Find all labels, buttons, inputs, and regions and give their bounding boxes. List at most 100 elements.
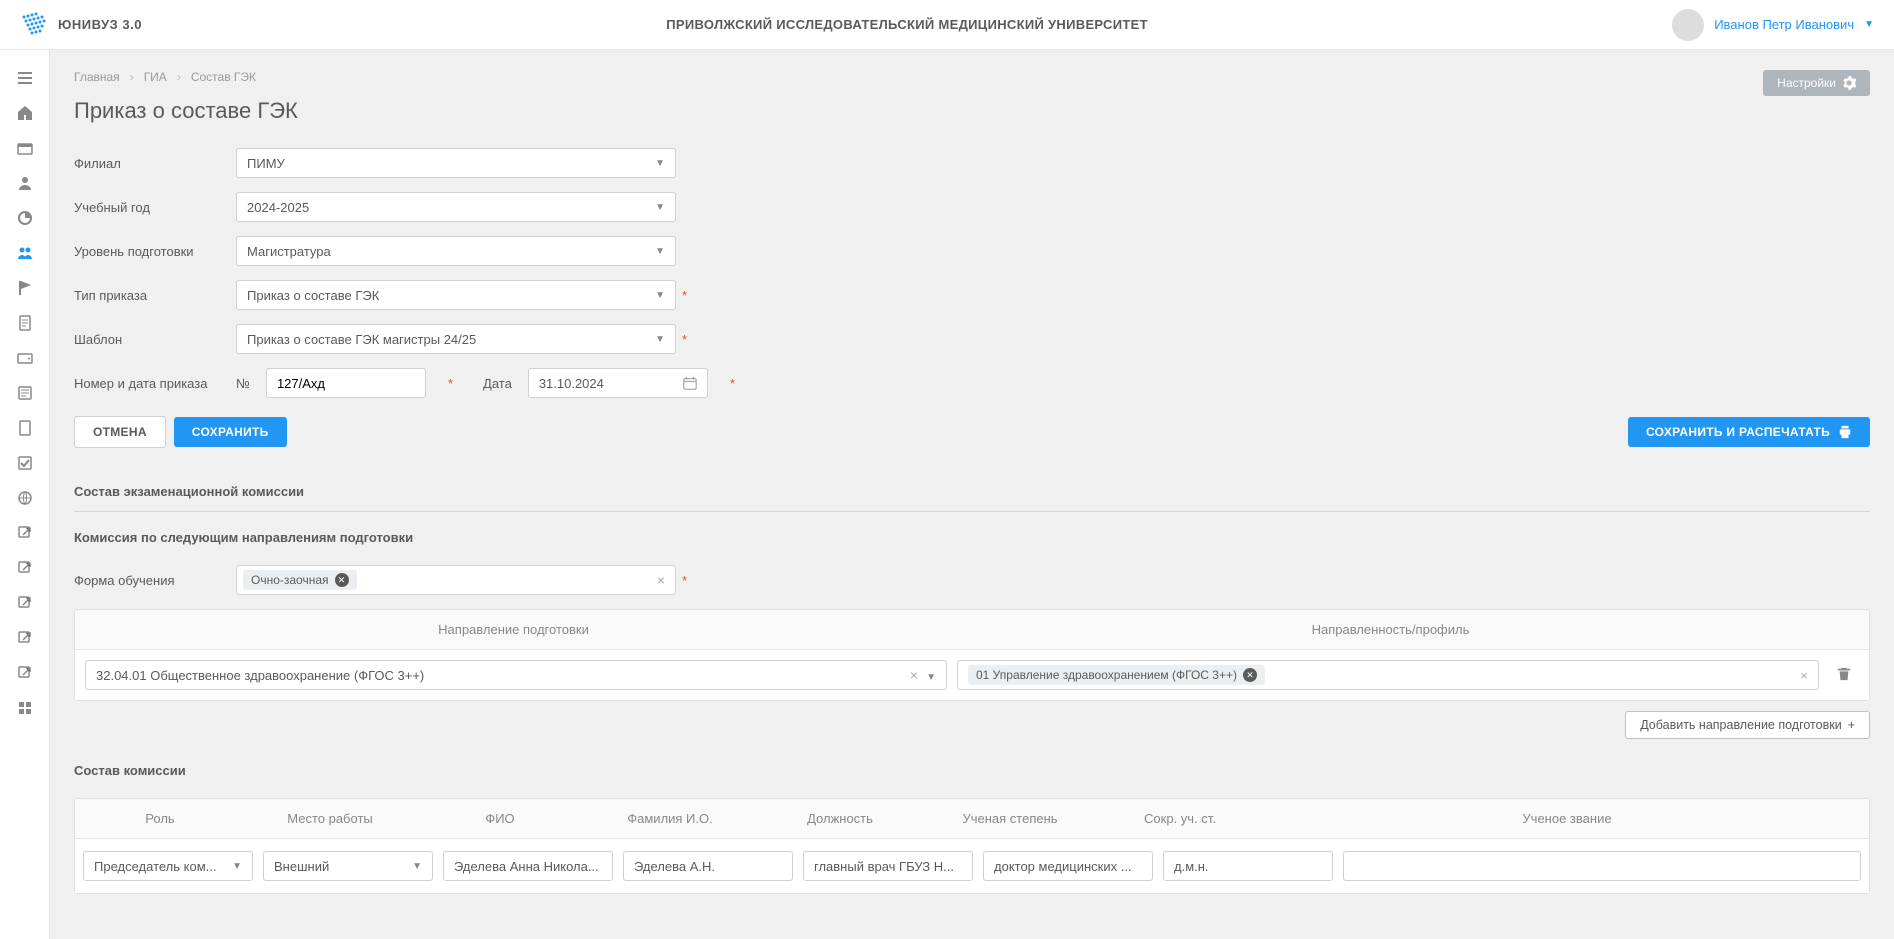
- numdate-label: Номер и дата приказа: [74, 376, 236, 391]
- save-button[interactable]: СОХРАНИТЬ: [174, 417, 287, 447]
- sidebar-wallet-icon[interactable]: [0, 340, 49, 375]
- rank-input[interactable]: [1343, 851, 1861, 881]
- app-name: ЮНИВУЗ 3.0: [58, 17, 142, 32]
- col-pos: Должность: [755, 799, 925, 838]
- required-marker: *: [682, 332, 687, 347]
- sidebar-menu-icon[interactable]: [0, 60, 49, 95]
- sidebar-card-icon[interactable]: [0, 130, 49, 165]
- page-title: Приказ о составе ГЭК: [74, 98, 298, 124]
- sidebar-doc-icon[interactable]: [0, 305, 49, 340]
- app-header: ЮНИВУЗ 3.0 ПРИВОЛЖСКИЙ ИССЛЕДОВАТЕЛЬСКИЙ…: [0, 0, 1894, 50]
- calendar-icon: [683, 376, 697, 390]
- role-select[interactable]: Председатель ком...▼: [83, 851, 253, 881]
- chevron-down-icon: ▼: [655, 334, 665, 345]
- level-select[interactable]: Магистратура▼: [236, 236, 676, 266]
- sidebar-link1-icon[interactable]: [0, 515, 49, 550]
- branch-label: Филиал: [74, 156, 236, 171]
- add-direction-button[interactable]: Добавить направление подготовки +: [1625, 711, 1870, 739]
- sidebar-chart-icon[interactable]: [0, 200, 49, 235]
- date-input[interactable]: 31.10.2024: [528, 368, 708, 398]
- type-select[interactable]: Приказ о составе ГЭК▼: [236, 280, 676, 310]
- breadcrumb-current: Состав ГЭК: [191, 70, 256, 84]
- logo-icon: [20, 11, 48, 39]
- col-fio: ФИО: [415, 799, 585, 838]
- delete-row-button[interactable]: [1829, 667, 1859, 684]
- sidebar-doc2-icon[interactable]: [0, 410, 49, 445]
- clear-icon[interactable]: ×: [657, 572, 665, 588]
- directions-table: Направление подготовки Направленность/пр…: [74, 609, 1870, 701]
- direction-select[interactable]: 32.04.01 Общественное здравоохранение (Ф…: [85, 660, 947, 690]
- sidebar-link5-icon[interactable]: [0, 655, 49, 690]
- tag-remove-icon[interactable]: ✕: [335, 573, 349, 587]
- trash-icon: [1837, 667, 1851, 681]
- date-label: Дата: [483, 376, 512, 391]
- sidebar-link2-icon[interactable]: [0, 550, 49, 585]
- settings-button[interactable]: Настройки: [1763, 70, 1870, 96]
- col-rank: Ученое звание: [1265, 799, 1869, 838]
- sidebar-link4-icon[interactable]: [0, 620, 49, 655]
- pos-input[interactable]: главный врач ГБУЗ Н...: [803, 851, 973, 881]
- chevron-down-icon: ▼: [655, 202, 665, 213]
- chevron-down-icon: ▼: [655, 158, 665, 169]
- sdeg-input[interactable]: д.м.н.: [1163, 851, 1333, 881]
- degree-input[interactable]: доктор медицинских ...: [983, 851, 1153, 881]
- level-label: Уровень подготовки: [74, 244, 236, 259]
- num-prefix: №: [236, 376, 250, 391]
- type-label: Тип приказа: [74, 288, 236, 303]
- committee-table: Роль Место работы ФИО Фамилия И.О. Должн…: [74, 798, 1870, 894]
- profile-tag: 01 Управление здравоохранением (ФГОС 3++…: [968, 665, 1265, 685]
- sidebar-check-icon[interactable]: [0, 445, 49, 480]
- sidebar-list-icon[interactable]: [0, 375, 49, 410]
- place-select[interactable]: Внешний▼: [263, 851, 433, 881]
- profile-select[interactable]: 01 Управление здравоохранением (ФГОС 3++…: [957, 660, 1819, 690]
- sidebar-link3-icon[interactable]: [0, 585, 49, 620]
- fio-input[interactable]: Эделева Анна Никола...: [443, 851, 613, 881]
- dir-col-profile: Направленность/профиль: [952, 610, 1829, 649]
- col-place: Место работы: [245, 799, 415, 838]
- template-label: Шаблон: [74, 332, 236, 347]
- user-menu[interactable]: Иванов Петр Иванович ▼: [1672, 9, 1874, 41]
- breadcrumb-gia[interactable]: ГИА: [144, 70, 167, 84]
- required-marker: *: [730, 376, 735, 391]
- required-marker: *: [682, 573, 687, 588]
- cancel-button[interactable]: ОТМЕНА: [74, 416, 166, 448]
- sidebar-flag-icon[interactable]: [0, 270, 49, 305]
- study-form-label: Форма обучения: [74, 573, 236, 588]
- logo: ЮНИВУЗ 3.0: [20, 11, 142, 39]
- tag-remove-icon[interactable]: ✕: [1243, 668, 1257, 682]
- chevron-down-icon: ▼: [926, 672, 936, 683]
- user-name: Иванов Петр Иванович: [1714, 17, 1854, 32]
- subsection-directions: Комиссия по следующим направлениям подго…: [74, 530, 1870, 545]
- year-select[interactable]: 2024-2025▼: [236, 192, 676, 222]
- plus-icon: +: [1848, 718, 1855, 732]
- col-degree: Ученая степень: [925, 799, 1095, 838]
- template-select[interactable]: Приказ о составе ГЭК магистры 24/25▼: [236, 324, 676, 354]
- sidebar-globe-icon[interactable]: [0, 480, 49, 515]
- sidebar-user-icon[interactable]: [0, 165, 49, 200]
- clear-icon[interactable]: ×: [1800, 668, 1808, 683]
- chevron-down-icon: ▼: [655, 290, 665, 301]
- required-marker: *: [448, 376, 453, 391]
- required-marker: *: [682, 288, 687, 303]
- sidebar-people-icon[interactable]: [0, 235, 49, 270]
- committee-row: Председатель ком...▼ Внешний▼ Эделева Ан…: [75, 838, 1869, 893]
- study-form-input[interactable]: Очно-заочная ✕ ×: [236, 565, 676, 595]
- sidebar-home-icon[interactable]: [0, 95, 49, 130]
- clear-icon[interactable]: ×: [910, 667, 918, 683]
- sidebar: [0, 50, 50, 939]
- number-input[interactable]: [266, 368, 426, 398]
- gear-icon: [1842, 76, 1856, 90]
- short-input[interactable]: Эделева А.Н.: [623, 851, 793, 881]
- col-short: Фамилия И.О.: [585, 799, 755, 838]
- chevron-down-icon: ▼: [412, 861, 422, 872]
- save-print-button[interactable]: СОХРАНИТЬ И РАСПЕЧАТАТЬ: [1628, 417, 1870, 447]
- breadcrumb-sep: ›: [130, 70, 134, 84]
- avatar-icon: [1672, 9, 1704, 41]
- main-content: Главная › ГИА › Состав ГЭК Приказ о сост…: [50, 50, 1894, 939]
- chevron-down-icon: ▼: [232, 861, 242, 872]
- sidebar-grid-icon[interactable]: [0, 690, 49, 725]
- dir-col-direction: Направление подготовки: [75, 610, 952, 649]
- branch-select[interactable]: ПИМУ▼: [236, 148, 676, 178]
- chevron-down-icon: ▼: [655, 246, 665, 257]
- breadcrumb-home[interactable]: Главная: [74, 70, 120, 84]
